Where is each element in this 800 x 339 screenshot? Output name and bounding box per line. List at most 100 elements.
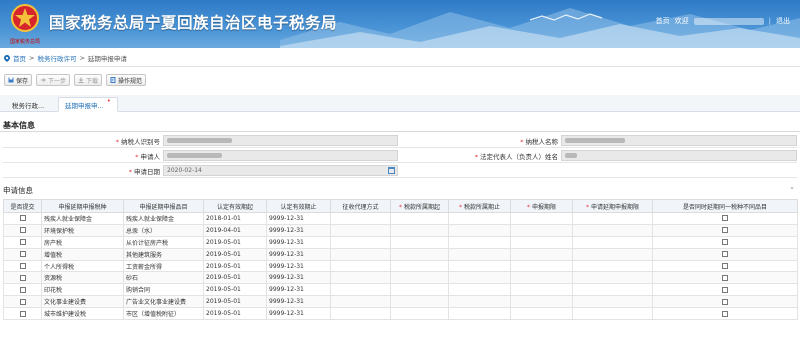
submit-checkbox-cell[interactable] — [3, 283, 42, 297]
extension-deadline-cell[interactable] — [572, 223, 653, 237]
collection-mode-cell — [330, 235, 391, 249]
period-end-cell[interactable] — [448, 247, 511, 261]
period-start-cell[interactable] — [390, 259, 449, 273]
valid-end-cell: 9999-12-31 — [266, 259, 331, 273]
extension-deadline-cell[interactable] — [572, 307, 653, 321]
checkbox[interactable] — [722, 310, 728, 317]
same-tax-checkbox-cell[interactable] — [652, 247, 798, 261]
extension-deadline-cell[interactable] — [572, 283, 653, 297]
period-end-cell[interactable] — [448, 212, 511, 225]
deadline-cell[interactable] — [510, 295, 573, 309]
period-end-cell[interactable] — [448, 283, 511, 297]
same-tax-checkbox-cell[interactable] — [652, 212, 798, 225]
checkbox[interactable] — [19, 263, 26, 269]
checkbox[interactable] — [722, 215, 728, 222]
taxpayer-name-field[interactable] — [561, 135, 797, 146]
period-start-cell[interactable] — [390, 212, 449, 225]
extension-deadline-cell[interactable] — [572, 212, 653, 225]
period-start-cell[interactable] — [390, 295, 449, 309]
save-icon — [8, 77, 14, 83]
chevron-down-icon[interactable]: ⌄ — [789, 183, 795, 191]
deadline-cell[interactable] — [510, 259, 573, 273]
checkbox[interactable] — [19, 298, 26, 305]
checkbox[interactable] — [19, 227, 26, 234]
same-tax-checkbox-cell[interactable] — [652, 223, 798, 237]
same-tax-checkbox-cell[interactable] — [652, 259, 798, 273]
checkbox[interactable] — [19, 286, 26, 293]
deadline-cell[interactable] — [510, 271, 573, 285]
checkbox[interactable] — [722, 239, 728, 246]
tab-admin-permit[interactable]: 税务行政... — [6, 97, 50, 112]
same-tax-checkbox-cell[interactable] — [652, 235, 798, 249]
extension-deadline-cell[interactable] — [572, 247, 653, 261]
checkbox[interactable] — [19, 215, 26, 222]
checkbox[interactable] — [722, 286, 728, 293]
column-header: * 税款所属期起 — [390, 199, 449, 213]
deadline-cell[interactable] — [510, 212, 573, 225]
period-end-cell[interactable] — [448, 259, 511, 273]
period-start-cell[interactable] — [390, 247, 449, 261]
deadline-cell[interactable] — [510, 247, 573, 261]
period-start-cell[interactable] — [390, 307, 449, 321]
period-end-cell[interactable] — [448, 235, 511, 249]
same-tax-checkbox-cell[interactable] — [652, 295, 798, 309]
period-end-cell[interactable] — [448, 295, 511, 309]
period-start-cell[interactable] — [390, 283, 449, 297]
submit-checkbox-cell[interactable] — [3, 235, 42, 249]
period-end-cell[interactable] — [448, 271, 511, 285]
extension-deadline-cell[interactable] — [572, 271, 653, 285]
breadcrumb-permit[interactable]: 税务行政许可 — [37, 53, 76, 63]
period-end-cell[interactable] — [448, 223, 511, 237]
tab-label: 延期申报申... — [65, 101, 104, 110]
submit-checkbox-cell[interactable] — [3, 247, 42, 261]
same-tax-checkbox-cell[interactable] — [652, 283, 798, 297]
checkbox[interactable] — [722, 227, 728, 234]
taxpayer-id-field[interactable] — [163, 135, 398, 146]
checkbox[interactable] — [722, 298, 728, 305]
submit-checkbox-cell[interactable] — [3, 212, 42, 225]
checkbox[interactable] — [19, 310, 26, 317]
home-link[interactable]: 首页 — [656, 16, 670, 26]
user-name-redacted — [693, 17, 764, 25]
submit-checkbox-cell[interactable] — [3, 295, 42, 309]
apply-date-field[interactable]: 2020-02-14 — [163, 165, 398, 176]
checkbox[interactable] — [722, 274, 728, 281]
same-tax-checkbox-cell[interactable] — [652, 307, 798, 321]
tab-bar: 税务行政... 延期申报申... • — [0, 95, 800, 112]
submit-checkbox-cell[interactable] — [3, 307, 42, 321]
checkbox[interactable] — [722, 251, 728, 258]
applicant-field[interactable] — [163, 150, 398, 161]
save-button[interactable]: 保存 — [4, 74, 33, 86]
calendar-icon[interactable] — [388, 167, 395, 174]
submit-checkbox-cell[interactable] — [3, 259, 42, 273]
period-end-cell[interactable] — [448, 307, 511, 321]
checkbox[interactable] — [19, 251, 26, 258]
close-icon[interactable]: • — [107, 97, 111, 105]
table-row: 文化事业建设费 广告业文化事业建设费 2019-05-01 9999-12-31 — [3, 295, 798, 309]
period-start-cell[interactable] — [390, 223, 449, 237]
checkbox[interactable] — [722, 263, 728, 269]
checkbox[interactable] — [19, 274, 26, 281]
same-tax-checkbox-cell[interactable] — [652, 271, 798, 285]
breadcrumb-home[interactable]: 首页 — [13, 53, 26, 63]
checkbox[interactable] — [19, 239, 26, 246]
deadline-cell[interactable] — [510, 235, 573, 249]
submit-checkbox-cell[interactable] — [3, 223, 42, 237]
guide-button[interactable]: 操作规范 — [106, 74, 147, 86]
deadline-cell[interactable] — [510, 283, 573, 297]
tax-item-cell: 广告业文化事业建设费 — [123, 295, 204, 309]
logout-link[interactable]: 退出 — [776, 16, 790, 26]
extension-deadline-cell[interactable] — [572, 259, 653, 273]
period-start-cell[interactable] — [390, 271, 449, 285]
submit-checkbox-cell[interactable] — [3, 271, 42, 285]
deadline-cell[interactable] — [510, 307, 573, 321]
tab-extension-apply[interactable]: 延期申报申... • — [58, 97, 118, 112]
download-button[interactable]: 下载 — [74, 74, 103, 86]
extension-deadline-cell[interactable] — [572, 295, 653, 309]
period-start-cell[interactable] — [390, 235, 449, 249]
valid-start-cell: 2019-05-01 — [203, 247, 267, 261]
extension-deadline-cell[interactable] — [572, 235, 653, 249]
legal-rep-field[interactable] — [561, 150, 797, 161]
deadline-cell[interactable] — [510, 223, 573, 237]
next-button[interactable]: 下一步 — [36, 74, 71, 86]
